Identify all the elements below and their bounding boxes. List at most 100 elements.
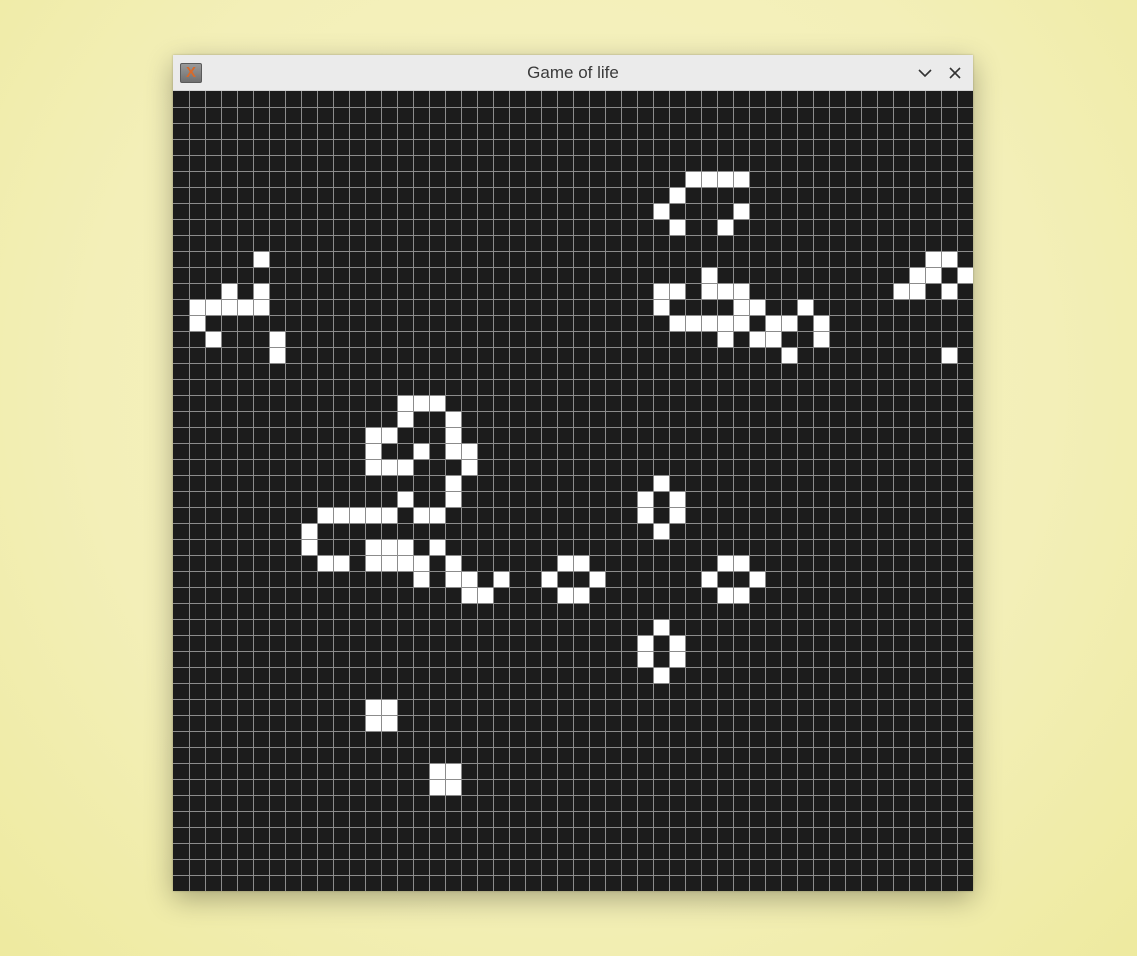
live-cell[interactable] bbox=[397, 395, 413, 411]
live-cell[interactable] bbox=[781, 315, 797, 331]
live-cell[interactable] bbox=[445, 475, 461, 491]
live-cell[interactable] bbox=[301, 539, 317, 555]
life-board[interactable] bbox=[173, 91, 973, 891]
live-cell[interactable] bbox=[717, 331, 733, 347]
live-cell[interactable] bbox=[397, 411, 413, 427]
live-cell[interactable] bbox=[445, 571, 461, 587]
live-cell[interactable] bbox=[573, 587, 589, 603]
live-cell[interactable] bbox=[653, 667, 669, 683]
live-cell[interactable] bbox=[269, 331, 285, 347]
live-cell[interactable] bbox=[733, 555, 749, 571]
live-cell[interactable] bbox=[445, 555, 461, 571]
live-cell[interactable] bbox=[381, 459, 397, 475]
live-cell[interactable] bbox=[317, 555, 333, 571]
live-cell[interactable] bbox=[557, 555, 573, 571]
live-cell[interactable] bbox=[941, 251, 957, 267]
live-cell[interactable] bbox=[381, 507, 397, 523]
live-cell[interactable] bbox=[669, 635, 685, 651]
live-cell[interactable] bbox=[205, 331, 221, 347]
live-cell[interactable] bbox=[557, 587, 573, 603]
live-cell[interactable] bbox=[365, 443, 381, 459]
live-cell[interactable] bbox=[429, 763, 445, 779]
live-cell[interactable] bbox=[733, 171, 749, 187]
live-cell[interactable] bbox=[461, 443, 477, 459]
live-cell[interactable] bbox=[413, 443, 429, 459]
live-cell[interactable] bbox=[237, 299, 253, 315]
live-cell[interactable] bbox=[685, 171, 701, 187]
live-cell[interactable] bbox=[717, 315, 733, 331]
live-cell[interactable] bbox=[493, 571, 509, 587]
live-cell[interactable] bbox=[701, 571, 717, 587]
live-cell[interactable] bbox=[333, 555, 349, 571]
live-cell[interactable] bbox=[637, 507, 653, 523]
live-cell[interactable] bbox=[797, 299, 813, 315]
live-cell[interactable] bbox=[669, 283, 685, 299]
live-cell[interactable] bbox=[733, 587, 749, 603]
live-cell[interactable] bbox=[701, 283, 717, 299]
live-cell[interactable] bbox=[413, 395, 429, 411]
live-cell[interactable] bbox=[909, 267, 925, 283]
live-cell[interactable] bbox=[445, 763, 461, 779]
live-cell[interactable] bbox=[925, 267, 941, 283]
life-grid[interactable] bbox=[173, 91, 973, 891]
live-cell[interactable] bbox=[397, 539, 413, 555]
live-cell[interactable] bbox=[925, 251, 941, 267]
live-cell[interactable] bbox=[445, 443, 461, 459]
live-cell[interactable] bbox=[397, 491, 413, 507]
live-cell[interactable] bbox=[685, 315, 701, 331]
live-cell[interactable] bbox=[365, 555, 381, 571]
live-cell[interactable] bbox=[637, 491, 653, 507]
live-cell[interactable] bbox=[397, 459, 413, 475]
live-cell[interactable] bbox=[733, 315, 749, 331]
live-cell[interactable] bbox=[669, 491, 685, 507]
live-cell[interactable] bbox=[317, 507, 333, 523]
title-bar[interactable]: X Game of life bbox=[173, 55, 973, 91]
live-cell[interactable] bbox=[573, 555, 589, 571]
live-cell[interactable] bbox=[733, 203, 749, 219]
live-cell[interactable] bbox=[717, 219, 733, 235]
live-cell[interactable] bbox=[637, 635, 653, 651]
live-cell[interactable] bbox=[333, 507, 349, 523]
live-cell[interactable] bbox=[749, 299, 765, 315]
live-cell[interactable] bbox=[669, 315, 685, 331]
live-cell[interactable] bbox=[669, 187, 685, 203]
live-cell[interactable] bbox=[749, 331, 765, 347]
live-cell[interactable] bbox=[445, 411, 461, 427]
live-cell[interactable] bbox=[653, 523, 669, 539]
close-button[interactable] bbox=[943, 61, 967, 85]
live-cell[interactable] bbox=[653, 203, 669, 219]
live-cell[interactable] bbox=[461, 587, 477, 603]
live-cell[interactable] bbox=[381, 539, 397, 555]
live-cell[interactable] bbox=[941, 347, 957, 363]
live-cell[interactable] bbox=[381, 555, 397, 571]
live-cell[interactable] bbox=[749, 571, 765, 587]
live-cell[interactable] bbox=[349, 507, 365, 523]
live-cell[interactable] bbox=[429, 539, 445, 555]
live-cell[interactable] bbox=[413, 507, 429, 523]
live-cell[interactable] bbox=[733, 283, 749, 299]
live-cell[interactable] bbox=[717, 555, 733, 571]
live-cell[interactable] bbox=[813, 331, 829, 347]
live-cell[interactable] bbox=[205, 299, 221, 315]
live-cell[interactable] bbox=[781, 347, 797, 363]
live-cell[interactable] bbox=[221, 299, 237, 315]
live-cell[interactable] bbox=[429, 779, 445, 795]
live-cell[interactable] bbox=[813, 315, 829, 331]
live-cell[interactable] bbox=[445, 779, 461, 795]
live-cell[interactable] bbox=[701, 171, 717, 187]
live-cell[interactable] bbox=[765, 331, 781, 347]
live-cell[interactable] bbox=[269, 347, 285, 363]
minimize-button[interactable] bbox=[913, 61, 937, 85]
live-cell[interactable] bbox=[189, 315, 205, 331]
live-cell[interactable] bbox=[253, 283, 269, 299]
live-cell[interactable] bbox=[429, 395, 445, 411]
live-cell[interactable] bbox=[669, 651, 685, 667]
live-cell[interactable] bbox=[653, 299, 669, 315]
live-cell[interactable] bbox=[381, 427, 397, 443]
live-cell[interactable] bbox=[717, 283, 733, 299]
live-cell[interactable] bbox=[461, 459, 477, 475]
live-cell[interactable] bbox=[765, 315, 781, 331]
live-cell[interactable] bbox=[365, 427, 381, 443]
live-cell[interactable] bbox=[701, 267, 717, 283]
live-cell[interactable] bbox=[669, 507, 685, 523]
